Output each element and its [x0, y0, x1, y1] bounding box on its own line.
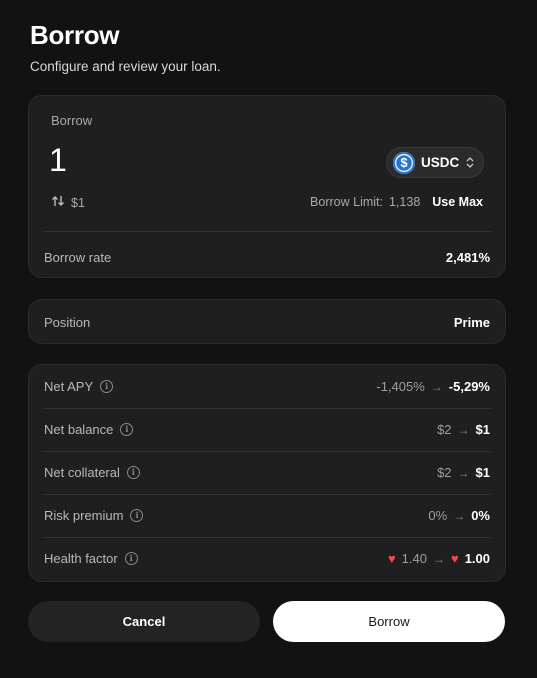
token-select[interactable]: $ USDC: [386, 147, 484, 178]
position-card: Position Prime: [28, 299, 506, 344]
swap-arrows-icon: [51, 195, 65, 210]
stat-value-net-collateral: $2 → $1: [437, 465, 490, 480]
stat-label-health-factor: Health factor i: [44, 551, 138, 566]
stat-value-net-balance: $2 → $1: [437, 422, 490, 437]
borrow-button[interactable]: Borrow: [273, 601, 505, 642]
stat-label-net-balance: Net balance i: [44, 422, 134, 437]
info-icon[interactable]: i: [126, 466, 140, 479]
info-icon[interactable]: i: [120, 423, 134, 436]
divider: [43, 451, 491, 452]
stat-value-risk-premium: 0% → 0%: [428, 508, 490, 523]
borrow-label: Borrow: [51, 113, 93, 128]
stat-value-net-apy: -1,405% → -5,29%: [376, 379, 490, 394]
heart-icon: ♥: [387, 551, 396, 566]
borrow-amount-input[interactable]: [49, 142, 249, 179]
borrow-limit-row: Borrow Limit: 1,138 Use Max: [310, 195, 483, 209]
cancel-button[interactable]: Cancel: [28, 601, 260, 642]
arrow-right-icon: →: [457, 465, 470, 480]
info-icon[interactable]: i: [100, 380, 114, 393]
arrow-right-icon: →: [430, 379, 443, 394]
divider: [43, 231, 491, 232]
usdc-token-icon: $: [393, 151, 415, 174]
stat-label-net-apy: Net APY i: [44, 379, 114, 394]
stat-label-risk-premium: Risk premium i: [44, 508, 144, 523]
borrow-rate-label: Borrow rate: [44, 250, 112, 265]
borrow-limit-value: 1,138: [388, 195, 421, 209]
position-value: Prime: [453, 315, 490, 330]
page-title: Borrow: [30, 20, 120, 50]
stats-card: Net APY i -1,405% → -5,29% Net balance i…: [28, 364, 506, 582]
token-name: USDC: [421, 155, 460, 170]
arrow-right-icon: →: [432, 551, 445, 566]
usd-value-row: $1: [51, 195, 85, 210]
info-icon[interactable]: i: [124, 552, 138, 565]
divider: [43, 408, 491, 409]
heart-icon: ♥: [450, 551, 459, 566]
info-icon[interactable]: i: [130, 509, 144, 522]
divider: [43, 537, 491, 538]
divider: [43, 494, 491, 495]
arrow-right-icon: →: [453, 508, 466, 523]
borrow-rate-value: 2,481%: [445, 250, 490, 265]
position-label: Position: [44, 315, 91, 330]
borrow-limit-label: Borrow Limit:: [310, 195, 383, 209]
page-subtitle: Configure and review your loan.: [30, 59, 221, 74]
borrow-card: Borrow $ USDC $1 Borrow Limit: 1,138 Use…: [28, 95, 506, 278]
chevron-up-down-icon: [466, 157, 474, 168]
use-max-button[interactable]: Use Max: [432, 195, 483, 209]
arrow-right-icon: →: [457, 422, 470, 437]
stat-label-net-collateral: Net collateral i: [44, 465, 140, 480]
usd-value: $1: [71, 195, 85, 210]
stat-value-health-factor: ♥ 1.40 → ♥ 1.00: [387, 551, 490, 566]
